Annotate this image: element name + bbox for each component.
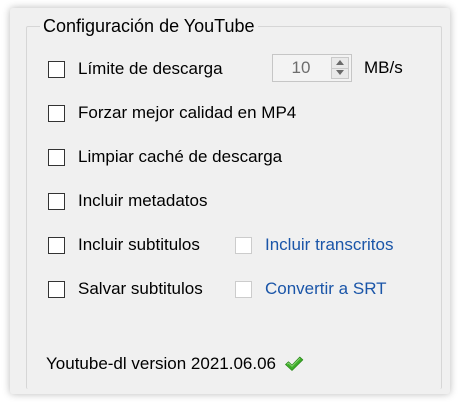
convert-srt-row: Convertir a SRT [235, 276, 387, 302]
stepper-down-button[interactable] [332, 68, 348, 78]
convert-srt-checkbox[interactable] [235, 280, 252, 298]
include-transcripts-label[interactable]: Incluir transcritos [265, 234, 393, 256]
download-limit-unit: MB/s [364, 58, 403, 77]
clear-cache-row: Limpiar caché de descarga [48, 144, 282, 170]
clear-cache-checkbox[interactable] [48, 148, 65, 166]
limit-download-checkbox[interactable] [48, 60, 65, 78]
download-limit-stepper[interactable]: 10 [272, 54, 352, 82]
force-mp4-row: Forzar mejor calidad en MP4 [48, 100, 296, 126]
download-limit-spinner [331, 57, 349, 79]
check-icon [284, 355, 304, 373]
include-transcripts-row: Incluir transcritos [235, 232, 393, 258]
include-subtitles-label[interactable]: Incluir subtitulos [78, 234, 200, 256]
limit-download-label[interactable]: Límite de descarga [78, 58, 223, 80]
include-subtitles-row: Incluir subtitulos [48, 232, 200, 258]
clear-cache-label[interactable]: Limpiar caché de descarga [78, 146, 282, 168]
save-subtitles-checkbox[interactable] [48, 280, 65, 298]
force-mp4-label[interactable]: Forzar mejor calidad en MP4 [78, 102, 296, 124]
convert-srt-label[interactable]: Convertir a SRT [265, 278, 387, 300]
include-transcripts-checkbox[interactable] [235, 236, 252, 254]
groupbox-title: Configuración de YouTube [40, 15, 258, 37]
include-metadata-label[interactable]: Incluir metadatos [78, 190, 207, 212]
youtube-settings-panel: Configuración de YouTube Límite de desca… [10, 8, 450, 394]
version-status: Youtube-dl version 2021.06.06 [46, 354, 304, 374]
include-subtitles-checkbox[interactable] [48, 236, 65, 254]
include-metadata-row: Incluir metadatos [48, 188, 207, 214]
save-subtitles-row: Salvar subtitulos [48, 276, 203, 302]
save-subtitles-label[interactable]: Salvar subtitulos [78, 278, 203, 300]
arrow-up-icon [336, 60, 344, 65]
arrow-down-icon [336, 70, 344, 75]
include-metadata-checkbox[interactable] [48, 192, 65, 210]
limit-download-row: Límite de descarga [48, 56, 223, 82]
download-limit-value[interactable]: 10 [273, 55, 329, 81]
version-text: Youtube-dl version 2021.06.06 [46, 354, 276, 373]
force-mp4-checkbox[interactable] [48, 104, 65, 122]
